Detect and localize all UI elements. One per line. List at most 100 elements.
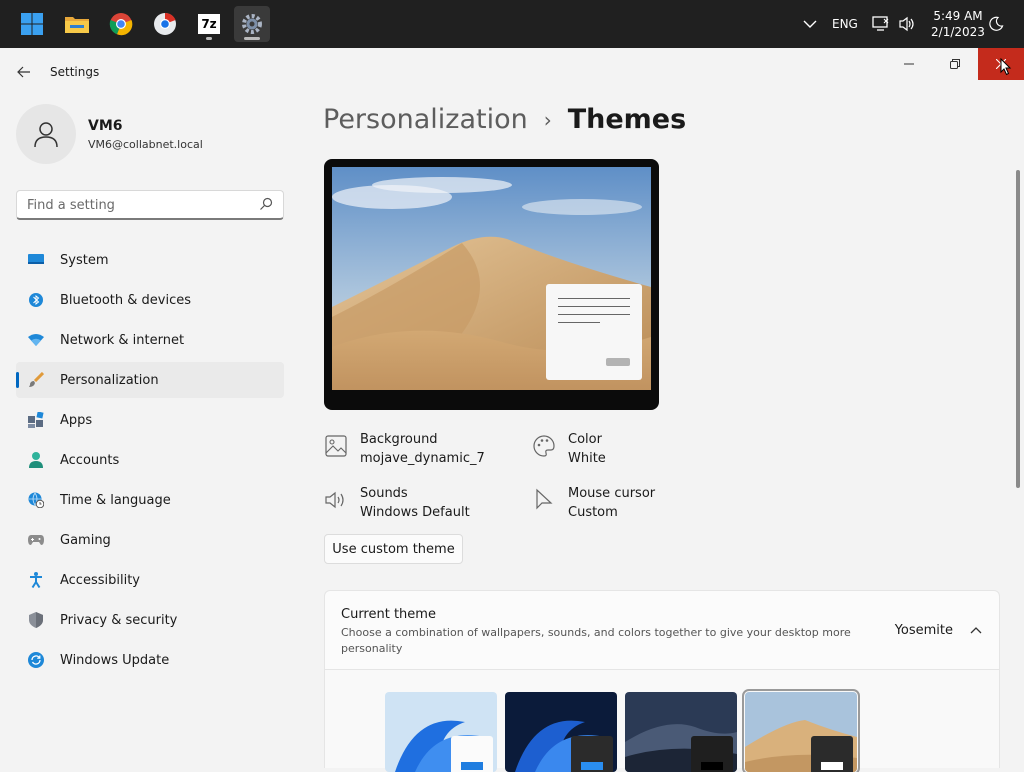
accounts-icon — [28, 452, 44, 468]
chrome-icon[interactable] — [103, 6, 139, 42]
user-email: VM6@collabnet.local — [88, 138, 203, 151]
sounds-value: Windows Default — [360, 505, 470, 520]
mouse-cursor-label: Mouse cursor — [568, 486, 656, 501]
use-custom-theme-button[interactable]: Use custom theme — [324, 534, 463, 564]
chrome-beta-icon[interactable] — [147, 6, 183, 42]
accessibility-icon — [28, 572, 44, 588]
sidebar-item-label: Personalization — [60, 372, 159, 388]
speaker-icon — [325, 491, 344, 509]
user-name: VM6 — [88, 118, 123, 134]
close-button[interactable] — [978, 48, 1024, 80]
sidebar-item-label: Network & internet — [60, 332, 185, 348]
sidebar-item-label: Time & language — [60, 492, 171, 508]
theme-thumb-windows-light[interactable] — [385, 692, 497, 772]
settings-taskbar-icon[interactable] — [234, 6, 270, 42]
minimize-icon — [904, 63, 914, 65]
clock[interactable]: 5:49 AM 2/1/2023 — [930, 0, 986, 48]
sidebar-nav: System Bluetooth & devices Network & int… — [16, 242, 284, 682]
brush-icon — [28, 372, 44, 388]
sounds-setting[interactable]: Sounds Windows Default — [324, 484, 470, 522]
system-icon — [28, 252, 44, 268]
page-title: Themes — [567, 104, 687, 135]
sidebar-item-label: Accessibility — [60, 572, 140, 588]
gamepad-icon — [28, 532, 44, 548]
7zip-icon[interactable]: 7z — [191, 6, 227, 42]
apps-icon — [28, 412, 44, 428]
tray-overflow-chevron-icon[interactable] — [803, 0, 817, 48]
search-input[interactable] — [25, 195, 245, 215]
sidebar-item-accessibility[interactable]: Accessibility — [16, 562, 284, 598]
color-setting[interactable]: Color White — [532, 430, 606, 468]
current-theme-description: Choose a combination of wallpapers, soun… — [341, 626, 851, 655]
current-theme-value: Yosemite — [894, 623, 953, 638]
sidebar-item-privacy-security[interactable]: Privacy & security — [16, 602, 284, 638]
update-icon — [28, 652, 44, 668]
scrollbar[interactable] — [1016, 170, 1020, 488]
wallpaper-preview-image — [332, 167, 651, 390]
network-icon — [28, 332, 44, 348]
clock-date: 2/1/2023 — [931, 25, 985, 39]
sidebar-item-label: Gaming — [60, 532, 111, 548]
current-theme-card[interactable]: Current theme Choose a combination of wa… — [324, 590, 1000, 670]
mouse-cursor-value: Custom — [568, 505, 618, 520]
cursor-icon — [536, 488, 553, 510]
sidebar-item-gaming[interactable]: Gaming — [16, 522, 284, 558]
clock-time: 5:49 AM — [933, 9, 983, 23]
sidebar-item-label: Accounts — [60, 452, 120, 468]
search-icon[interactable] — [259, 197, 273, 211]
picture-icon — [325, 435, 347, 457]
settings-window: Settings VM6 VM6@collabnet.local System — [0, 48, 1024, 772]
sidebar-item-system[interactable]: System — [16, 242, 284, 278]
theme-preview — [324, 159, 659, 410]
search-box[interactable] — [16, 190, 284, 220]
sidebar-item-label: System — [60, 252, 109, 268]
sidebar-item-label: Apps — [60, 412, 93, 428]
sidebar-item-personalization[interactable]: Personalization — [16, 362, 284, 398]
chevron-up-icon[interactable] — [969, 623, 983, 637]
7zip-label: 7z — [198, 14, 220, 34]
preview-window-mockup — [546, 284, 642, 380]
sidebar-item-windows-update[interactable]: Windows Update — [16, 642, 284, 678]
sidebar-item-accounts[interactable]: Accounts — [16, 442, 284, 478]
color-value: White — [568, 451, 606, 466]
sidebar-item-network[interactable]: Network & internet — [16, 322, 284, 358]
user-icon — [34, 122, 58, 148]
mouse-pointer-icon — [1000, 58, 1012, 76]
focus-moon-icon[interactable] — [988, 0, 1004, 48]
shield-icon — [28, 612, 44, 628]
title-bar: Settings — [0, 48, 1024, 96]
minimize-button[interactable] — [886, 48, 932, 80]
sidebar-item-label: Privacy & security — [60, 612, 178, 628]
background-value: mojave_dynamic_7 — [360, 451, 485, 466]
sidebar-item-bluetooth[interactable]: Bluetooth & devices — [16, 282, 284, 318]
theme-thumb-windows-dark[interactable] — [505, 692, 617, 772]
sidebar-item-time-language[interactable]: Time & language — [16, 482, 284, 518]
breadcrumb: Personalization › Themes — [323, 104, 686, 135]
bluetooth-icon — [28, 292, 44, 308]
sidebar-item-apps[interactable]: Apps — [16, 402, 284, 438]
restore-icon — [950, 59, 960, 69]
sidebar-item-label: Bluetooth & devices — [60, 292, 191, 308]
language-indicator[interactable]: ENG — [832, 0, 858, 48]
back-arrow-icon — [17, 66, 30, 78]
taskbar: 7z ENG 5:49 AM 2/1/2023 — [0, 0, 1024, 48]
restore-button[interactable] — [932, 48, 978, 80]
back-button[interactable] — [10, 60, 38, 84]
mouse-cursor-setting[interactable]: Mouse cursor Custom — [532, 484, 655, 522]
color-label: Color — [568, 432, 602, 447]
globe-clock-icon — [28, 492, 44, 508]
network-tray-icon[interactable] — [872, 0, 890, 48]
theme-thumb-night-dunes[interactable] — [625, 692, 737, 772]
current-theme-title: Current theme — [341, 607, 436, 622]
sidebar-item-label: Windows Update — [60, 652, 170, 668]
windows-start-icon[interactable] — [14, 6, 50, 42]
breadcrumb-parent[interactable]: Personalization — [323, 104, 528, 135]
volume-icon[interactable] — [898, 0, 916, 48]
background-setting[interactable]: Background mojave_dynamic_7 — [324, 430, 485, 468]
themes-gallery — [324, 670, 1000, 772]
sounds-label: Sounds — [360, 486, 408, 501]
theme-thumb-mojave[interactable] — [742, 689, 860, 772]
breadcrumb-separator-icon: › — [543, 107, 552, 132]
palette-icon — [533, 435, 555, 457]
file-explorer-icon[interactable] — [59, 6, 95, 42]
